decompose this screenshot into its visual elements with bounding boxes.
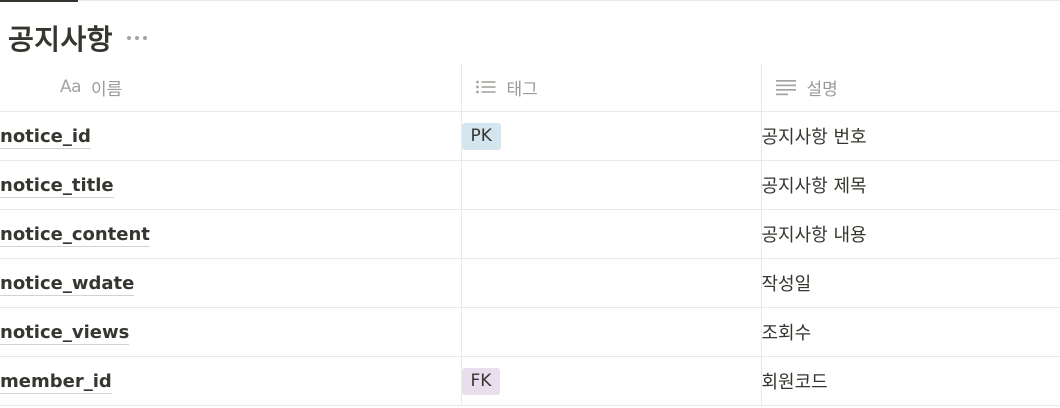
tag-cell[interactable]: FK: [460, 356, 761, 406]
name-cell[interactable]: notice_wdate: [0, 258, 461, 308]
table-row[interactable]: notice_wdate 작성일: [0, 258, 1060, 308]
database-title[interactable]: 공지사항: [8, 18, 113, 58]
table-row[interactable]: notice_title 공지사항 제목: [0, 160, 1060, 210]
table-row[interactable]: member_id FK 회원코드: [0, 356, 1060, 406]
tag-cell[interactable]: [460, 160, 761, 210]
table-row[interactable]: notice_content 공지사항 내용: [0, 209, 1060, 259]
tag-cell[interactable]: [460, 209, 761, 259]
tag-cell[interactable]: [460, 307, 761, 357]
row-title-link[interactable]: member_id: [0, 370, 112, 394]
name-cell[interactable]: member_id: [0, 356, 461, 406]
column-header-label: 태그: [506, 79, 538, 100]
column-header-description[interactable]: 설명: [760, 63, 1060, 112]
database-table: Aa 이름 태그 설명 notice_id PK 공지사항 번호 notice_…: [0, 63, 1060, 406]
top-divider: [0, 0, 1060, 1]
database-header: 공지사항: [8, 18, 148, 58]
row-title-link[interactable]: notice_wdate: [0, 272, 135, 296]
name-cell[interactable]: notice_title: [0, 160, 461, 210]
title-property-icon: Aa: [60, 77, 82, 97]
description-cell[interactable]: 공지사항 제목: [760, 160, 1060, 210]
list-icon: [475, 79, 497, 95]
row-title-link[interactable]: notice_content: [0, 223, 150, 247]
tag-cell[interactable]: PK: [460, 111, 761, 161]
table-row[interactable]: notice_views 조회수: [0, 307, 1060, 357]
name-cell[interactable]: notice_content: [0, 209, 461, 259]
text-lines-icon: [775, 78, 797, 96]
active-view-tab-indicator[interactable]: [0, 0, 78, 2]
tag-pill-fk[interactable]: FK: [461, 367, 501, 395]
name-cell[interactable]: notice_views: [0, 307, 461, 357]
column-header-tags[interactable]: 태그: [460, 63, 761, 112]
row-title-link[interactable]: notice_title: [0, 174, 114, 198]
column-header-name[interactable]: Aa 이름: [0, 63, 461, 112]
description-cell[interactable]: 공지사항 번호: [760, 111, 1060, 161]
table-row[interactable]: notice_id PK 공지사항 번호: [0, 111, 1060, 161]
tag-cell[interactable]: [460, 258, 761, 308]
table-header-row: Aa 이름 태그 설명: [0, 63, 1060, 112]
more-options-icon[interactable]: [127, 36, 148, 40]
description-cell[interactable]: 공지사항 내용: [760, 209, 1060, 259]
description-cell[interactable]: 조회수: [760, 307, 1060, 357]
tag-pill-pk[interactable]: PK: [461, 122, 501, 150]
row-title-link[interactable]: notice_views: [0, 321, 130, 345]
description-cell[interactable]: 회원코드: [760, 356, 1060, 406]
column-header-label: 이름: [91, 79, 123, 100]
row-title-link[interactable]: notice_id: [0, 125, 91, 149]
name-cell[interactable]: notice_id: [0, 111, 461, 161]
column-header-label: 설명: [806, 79, 838, 100]
description-cell[interactable]: 작성일: [760, 258, 1060, 308]
